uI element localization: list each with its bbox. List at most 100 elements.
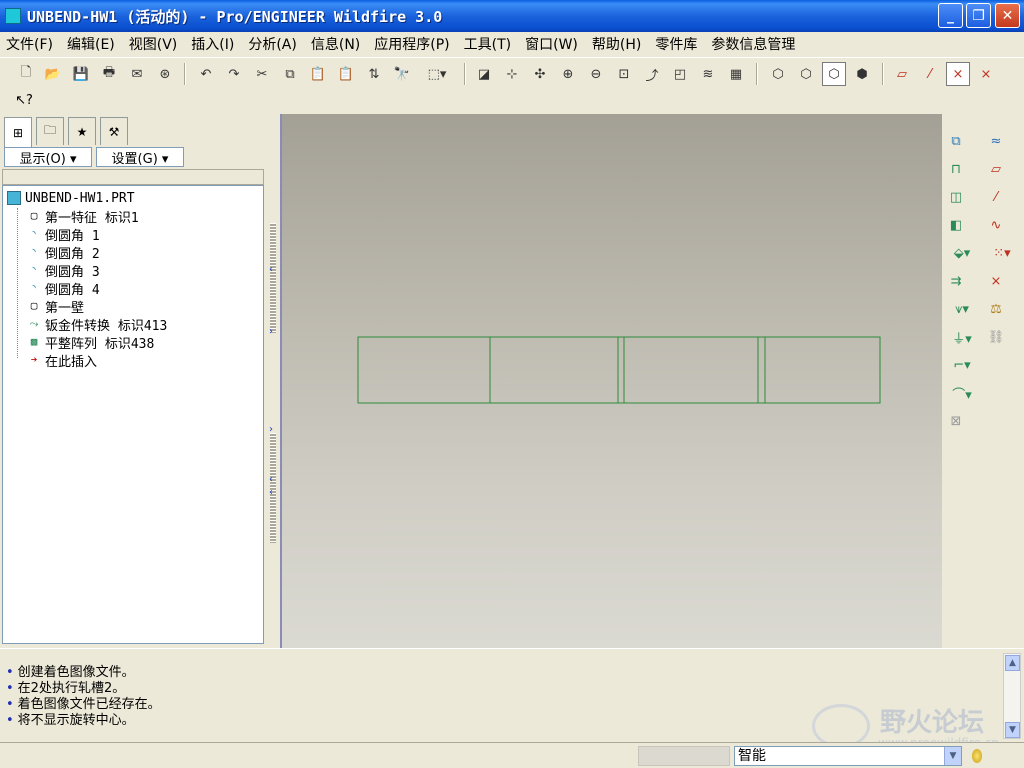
- expand-right-arrow-icon[interactable]: ›: [269, 327, 279, 337]
- email-icon[interactable]: ✉: [127, 64, 147, 84]
- flat-wall-icon[interactable]: ⊓: [945, 158, 967, 180]
- collapse-left-arrow-icon[interactable]: ‹: [269, 475, 279, 485]
- menu-info[interactable]: 信息(N): [311, 34, 360, 54]
- scroll-up-icon[interactable]: ▲: [1005, 655, 1020, 671]
- open-icon[interactable]: 📂: [43, 64, 63, 84]
- menu-window[interactable]: 窗口(W): [525, 34, 578, 54]
- paste-icon[interactable]: 📋: [308, 64, 328, 84]
- tree-item[interactable]: ◝ 倒圆角 1: [27, 225, 100, 244]
- analysis-feature-icon[interactable]: ⚖: [985, 298, 1007, 320]
- bend-back-icon[interactable]: ⇉: [945, 270, 967, 292]
- collapse-left-arrow-icon[interactable]: ‹: [269, 488, 279, 498]
- extrude-wall-icon[interactable]: ◧: [945, 214, 967, 236]
- unbend-icon[interactable]: ⬙▾: [945, 242, 979, 264]
- layers-icon[interactable]: ≋: [698, 64, 718, 84]
- flange-wall-icon[interactable]: ◫: [945, 186, 967, 208]
- flat-pattern-model[interactable]: [357, 336, 881, 404]
- paste-special-icon[interactable]: 📋: [336, 64, 356, 84]
- chevron-down-icon[interactable]: ▼: [944, 747, 961, 765]
- menu-view[interactable]: 视图(V): [129, 34, 178, 54]
- tree-item[interactable]: ⤳ 钣金件转换 标识413: [27, 315, 168, 334]
- form-icon[interactable]: ⌐▾: [945, 354, 979, 376]
- save-icon[interactable]: 💾: [71, 64, 91, 84]
- zoom-out-icon[interactable]: ⊖: [586, 64, 606, 84]
- message-scrollbar[interactable]: ▲ ▼: [1003, 653, 1021, 739]
- datum-plane-tool-icon[interactable]: ⧉: [945, 130, 967, 152]
- show-dropdown[interactable]: 显示(O) ▾: [4, 147, 92, 167]
- minimize-button[interactable]: _: [938, 3, 963, 28]
- menu-edit[interactable]: 编辑(E): [67, 34, 115, 54]
- cut-feature-icon[interactable]: ⩛▾: [945, 298, 979, 320]
- redo-icon[interactable]: ↷: [224, 64, 244, 84]
- tree-item[interactable]: ◝ 倒圆角 2: [27, 243, 100, 262]
- menu-parameter-manager[interactable]: 参数信息管理: [711, 34, 795, 54]
- point-datum-icon[interactable]: ⁙▾: [985, 242, 1019, 264]
- repaint-icon[interactable]: ◪: [474, 64, 494, 84]
- no-hidden-icon[interactable]: ⬡: [822, 62, 846, 86]
- reorient-icon[interactable]: ⤴: [642, 64, 662, 84]
- datum-planes-icon[interactable]: ▱: [892, 64, 912, 84]
- app-icon[interactable]: [5, 8, 21, 24]
- new-icon[interactable]: 🗋: [16, 64, 36, 84]
- axis-datum-icon[interactable]: ⁄: [985, 186, 1007, 208]
- panel-splitter[interactable]: ‹ › › ‹ ‹: [268, 113, 280, 648]
- sketch-tool-icon[interactable]: ≈: [985, 130, 1007, 152]
- coord-sys-icon[interactable]: ⨯: [976, 64, 996, 84]
- tree-item[interactable]: ▢ 第一特征 标识1: [27, 207, 139, 226]
- punch-icon[interactable]: ⏚▾: [945, 326, 979, 348]
- menu-applications[interactable]: 应用程序(P): [374, 34, 449, 54]
- email-link-icon[interactable]: ⊛: [155, 64, 175, 84]
- spin-center-icon[interactable]: ⊹: [502, 64, 522, 84]
- tree-item[interactable]: ▩ 平整阵列 标识438: [27, 333, 155, 352]
- maximize-button[interactable]: ❐: [966, 3, 991, 28]
- refit-icon[interactable]: ⊡: [614, 64, 634, 84]
- tree-item[interactable]: ◝ 倒圆角 3: [27, 261, 100, 280]
- selection-filter-select[interactable]: 智能 ▼: [734, 746, 962, 766]
- undo-icon[interactable]: ↶: [196, 64, 216, 84]
- cut-icon[interactable]: ✂: [252, 64, 272, 84]
- menu-tools[interactable]: 工具(T): [464, 34, 511, 54]
- curve-datum-icon[interactable]: ∿: [985, 214, 1007, 236]
- shading-icon[interactable]: ⬢: [852, 64, 872, 84]
- zoom-in-icon[interactable]: ⊕: [558, 64, 578, 84]
- hidden-line-icon[interactable]: ⬡: [796, 64, 816, 84]
- print-icon[interactable]: 🖶: [99, 64, 119, 84]
- context-help-icon[interactable]: ↖?: [14, 90, 34, 110]
- tree-item[interactable]: ◝ 倒圆角 4: [27, 279, 100, 298]
- saved-views-icon[interactable]: ◰: [670, 64, 690, 84]
- pattern-icon[interactable]: ⛓: [985, 326, 1007, 348]
- model-tree-tab[interactable]: ⊞: [4, 117, 32, 147]
- find-icon[interactable]: 🔭: [392, 64, 412, 84]
- folder-browser-tab[interactable]: 🗀: [36, 117, 64, 145]
- tree-item[interactable]: ▢ 第一壁: [27, 297, 84, 316]
- menu-analysis[interactable]: 分析(A): [248, 34, 297, 54]
- favorites-tab[interactable]: ★: [68, 117, 96, 145]
- datum-axes-icon[interactable]: ⁄: [920, 64, 940, 84]
- regenerate-icon[interactable]: ⇅: [364, 64, 384, 84]
- tree-item[interactable]: ➔ 在此插入: [27, 351, 97, 370]
- select-box-icon[interactable]: ⬚▾: [420, 64, 454, 84]
- scroll-down-icon[interactable]: ▼: [1005, 722, 1020, 738]
- tree-root[interactable]: UNBEND-HW1.PRT: [7, 189, 135, 207]
- orient-icon[interactable]: ✣: [530, 64, 550, 84]
- expand-right-arrow-icon[interactable]: ›: [269, 425, 279, 435]
- flatten-icon[interactable]: ⌒▾: [945, 382, 979, 404]
- wireframe-icon[interactable]: ⬡: [768, 64, 788, 84]
- collapse-left-arrow-icon[interactable]: ‹: [269, 265, 279, 275]
- copy-icon[interactable]: ⧉: [280, 64, 300, 84]
- menu-help[interactable]: 帮助(H): [592, 34, 641, 54]
- csys-datum-icon[interactable]: ⨯: [985, 270, 1007, 292]
- connections-tab[interactable]: ⚒: [100, 117, 128, 145]
- graphics-window[interactable]: [280, 114, 942, 648]
- menu-insert[interactable]: 插入(I): [191, 34, 234, 54]
- close-button[interactable]: ✕: [995, 3, 1020, 28]
- view-manager-icon[interactable]: ▦: [726, 64, 746, 84]
- plane-datum-icon[interactable]: ▱: [985, 158, 1007, 180]
- menu-parts-library[interactable]: 零件库: [655, 34, 697, 54]
- model-tree: UNBEND-HW1.PRT ▢ 第一特征 标识1 ◝ 倒圆角 1 ◝ 倒圆角 …: [2, 185, 264, 644]
- datum-points-icon[interactable]: ×: [946, 62, 970, 86]
- rip-icon[interactable]: ⊠: [945, 410, 967, 432]
- round-icon: ◝: [30, 281, 38, 294]
- menu-file[interactable]: 文件(F): [6, 34, 53, 54]
- settings-dropdown[interactable]: 设置(G) ▾: [96, 147, 184, 167]
